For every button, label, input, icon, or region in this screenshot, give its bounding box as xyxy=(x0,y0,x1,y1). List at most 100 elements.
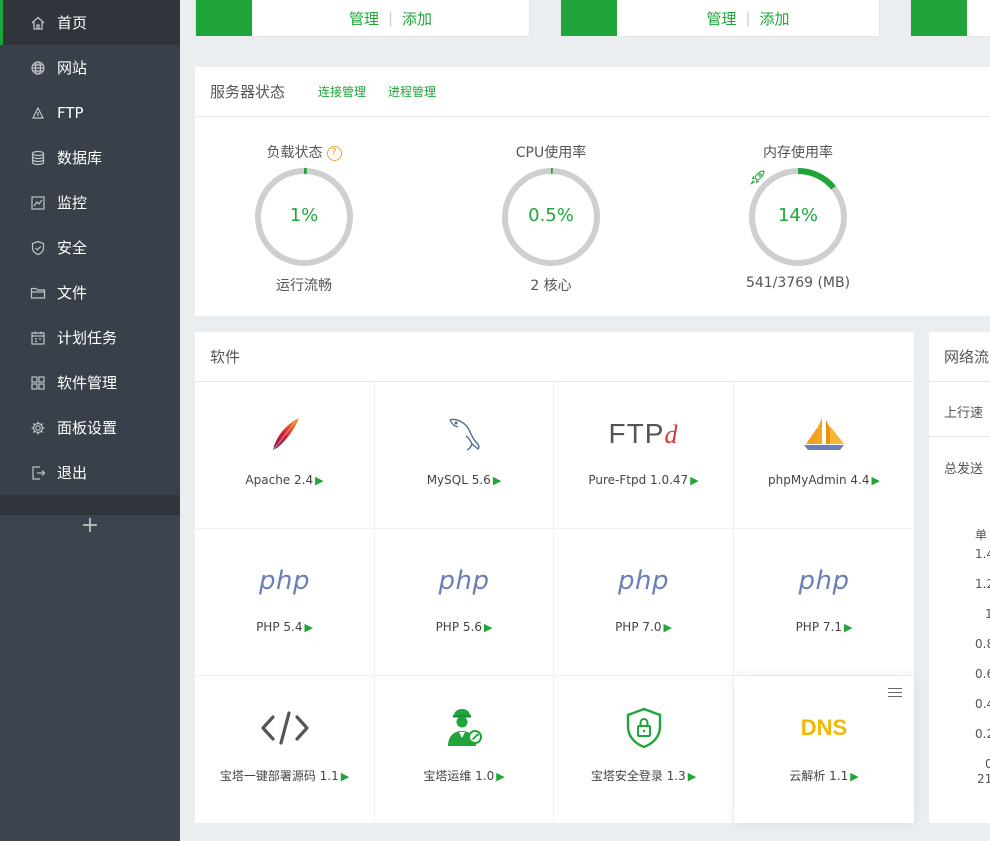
software-name: 宝塔安全登录 1.3 xyxy=(590,769,686,783)
add-link[interactable]: 添加 xyxy=(402,8,432,29)
y-tick-label: 1 xyxy=(985,607,990,621)
sidebar-item-files[interactable]: 文件 xyxy=(0,270,180,315)
php-logo: php xyxy=(554,557,733,605)
sidebar-item-label: 文件 xyxy=(57,284,88,302)
play-arrow-icon: ▶ xyxy=(843,621,853,634)
sidebar-item-label: 计划任务 xyxy=(57,329,118,347)
sidebar-item-ftp[interactable]: FTP xyxy=(0,90,180,135)
software-tile-phpmyadmin[interactable]: phpMyAdmin 4.4 ▶ xyxy=(734,382,914,529)
panel-title: 软件 xyxy=(210,348,241,366)
gear-icon xyxy=(29,419,47,437)
cpu-gauge[interactable]: CPU使用率 0.5% 2 核心 xyxy=(476,143,626,295)
db-stat-card xyxy=(910,0,990,37)
software-tile-secure-login[interactable]: 宝塔安全登录 1.3 ▶ xyxy=(554,676,734,823)
ftp-logo-text: FTP xyxy=(608,418,665,449)
secure-lock-shield-icon xyxy=(554,704,733,752)
software-name: MySQL 5.6 xyxy=(426,473,491,487)
software-tile-mysql[interactable]: MySQL 5.6 ▶ xyxy=(375,382,554,529)
memory-gauge[interactable]: 内存使用率 14% 541/3769 (MB) xyxy=(723,143,873,291)
software-name: phpMyAdmin 4.4 xyxy=(768,473,870,487)
ops-engineer-icon xyxy=(375,704,553,752)
y-tick-label: 0.2 xyxy=(975,727,990,741)
dns-logo-text: DNS xyxy=(800,715,848,740)
sidebar-item-label: 面板设置 xyxy=(57,419,118,437)
software-name: PHP 7.0 xyxy=(615,620,662,634)
shield-icon xyxy=(29,239,47,257)
software-tile-ops[interactable]: 宝塔运维 1.0 ▶ xyxy=(375,676,554,823)
software-header: 软件 xyxy=(195,332,914,382)
sidebar-item-settings[interactable]: 面板设置 xyxy=(0,405,180,450)
sidebar-item-label: 监控 xyxy=(57,194,88,212)
software-name: Pure-Ftpd 1.0.47 xyxy=(588,473,689,487)
gauge-ring: 14% xyxy=(748,167,848,267)
php-logo-text: php xyxy=(618,566,669,596)
software-tile-dns[interactable]: DNS 云解析 1.1 ▶ xyxy=(734,676,914,823)
grid-icon xyxy=(29,374,47,392)
process-manage-link[interactable]: 进程管理 xyxy=(388,83,436,100)
sidebar-item-home[interactable]: 首页 xyxy=(0,0,180,45)
software-name: 宝塔一键部署源码 1.1 xyxy=(219,769,339,783)
software-tile-php71[interactable]: php PHP 7.1 ▶ xyxy=(734,529,914,676)
gauge-value: 1% xyxy=(289,205,319,226)
sidebar-item-logout[interactable]: 退出 xyxy=(0,450,180,495)
help-icon[interactable]: ? xyxy=(326,145,342,161)
y-tick-label: 0.8 xyxy=(975,637,990,651)
total-sent-label: 总发送 xyxy=(944,462,984,477)
gauge-subtext: 541/3769 (MB) xyxy=(745,275,851,291)
y-tick-label: 1.4 xyxy=(975,547,990,561)
rocket-icon[interactable] xyxy=(748,167,768,187)
network-divider xyxy=(929,436,990,437)
gauge-label: 内存使用率 xyxy=(763,145,833,161)
manage-link[interactable]: 管理 xyxy=(706,8,736,29)
calendar-icon xyxy=(29,329,47,347)
add-shortcut-button[interactable]: + xyxy=(0,505,180,545)
software-tile-apache[interactable]: Apache 2.4 ▶ xyxy=(195,382,375,529)
panel-title: 服务器状态 xyxy=(210,83,286,101)
link-separator: | xyxy=(745,9,751,27)
globe-icon xyxy=(29,59,47,77)
sidebar-item-software[interactable]: 软件管理 xyxy=(0,360,180,405)
software-tile-php54[interactable]: php PHP 5.4 ▶ xyxy=(195,529,375,676)
play-arrow-icon: ▶ xyxy=(483,621,493,634)
sidebar-item-website[interactable]: 网站 xyxy=(0,45,180,90)
connection-manage-link[interactable]: 连接管理 xyxy=(318,83,366,100)
sidebar-item-cron[interactable]: 计划任务 xyxy=(0,315,180,360)
pureftpd-logo: FTPd xyxy=(554,410,733,458)
sidebar-item-monitor[interactable]: 监控 xyxy=(0,180,180,225)
manage-link[interactable]: 管理 xyxy=(349,8,379,29)
sidebar-item-label: 安全 xyxy=(57,239,88,257)
ftp-logo-mark: d xyxy=(664,420,679,449)
play-arrow-icon: ▶ xyxy=(492,474,502,487)
server-status-panel: 服务器状态 连接管理 进程管理 负载状态? 1% 运行流畅 CPU使用率 0.5… xyxy=(195,67,990,316)
gauge-value: 14% xyxy=(777,205,818,226)
play-arrow-icon: ▶ xyxy=(871,474,880,487)
add-link[interactable]: 添加 xyxy=(760,8,790,29)
y-tick-label: 0.4 xyxy=(975,697,990,711)
sidebar-item-database[interactable]: 数据库 xyxy=(0,135,180,180)
load-gauge[interactable]: 负载状态? 1% 运行流畅 xyxy=(229,143,379,295)
sidebar-menu: 首页 网站 FTP 数据库 监控 安全 文件 计划任务 软件管理 面板设置 退出 xyxy=(0,0,180,515)
menu-lines-icon[interactable] xyxy=(888,688,902,699)
software-name: PHP 7.1 xyxy=(795,620,842,634)
code-brackets-icon xyxy=(195,704,374,752)
panel-title: 网络流 xyxy=(944,348,990,366)
software-name: Apache 2.4 xyxy=(245,473,314,487)
software-tile-deploy[interactable]: 宝塔一键部署源码 1.1 ▶ xyxy=(195,676,375,823)
sidebar-item-security[interactable]: 安全 xyxy=(0,225,180,270)
y-tick-label: 1.2 xyxy=(975,577,990,591)
play-arrow-icon: ▶ xyxy=(496,770,505,783)
play-arrow-icon: ▶ xyxy=(304,621,313,634)
stat-card-accent xyxy=(911,0,967,36)
software-name: 云解析 1.1 xyxy=(789,769,849,783)
software-tile-php56[interactable]: php PHP 5.6 ▶ xyxy=(375,529,554,676)
database-icon xyxy=(29,149,47,167)
php-logo-text: php xyxy=(798,566,850,596)
monitor-icon xyxy=(29,194,47,212)
chart-unit-label: 单 xyxy=(975,528,988,542)
play-arrow-icon: ▶ xyxy=(315,474,324,487)
stat-card-links: 管理 | 添加 xyxy=(252,0,529,36)
software-name: PHP 5.4 xyxy=(256,620,303,634)
play-arrow-icon: ▶ xyxy=(687,770,697,783)
software-tile-php70[interactable]: php PHP 7.0 ▶ xyxy=(554,529,734,676)
software-tile-pureftpd[interactable]: FTPd Pure-Ftpd 1.0.47 ▶ xyxy=(554,382,734,529)
